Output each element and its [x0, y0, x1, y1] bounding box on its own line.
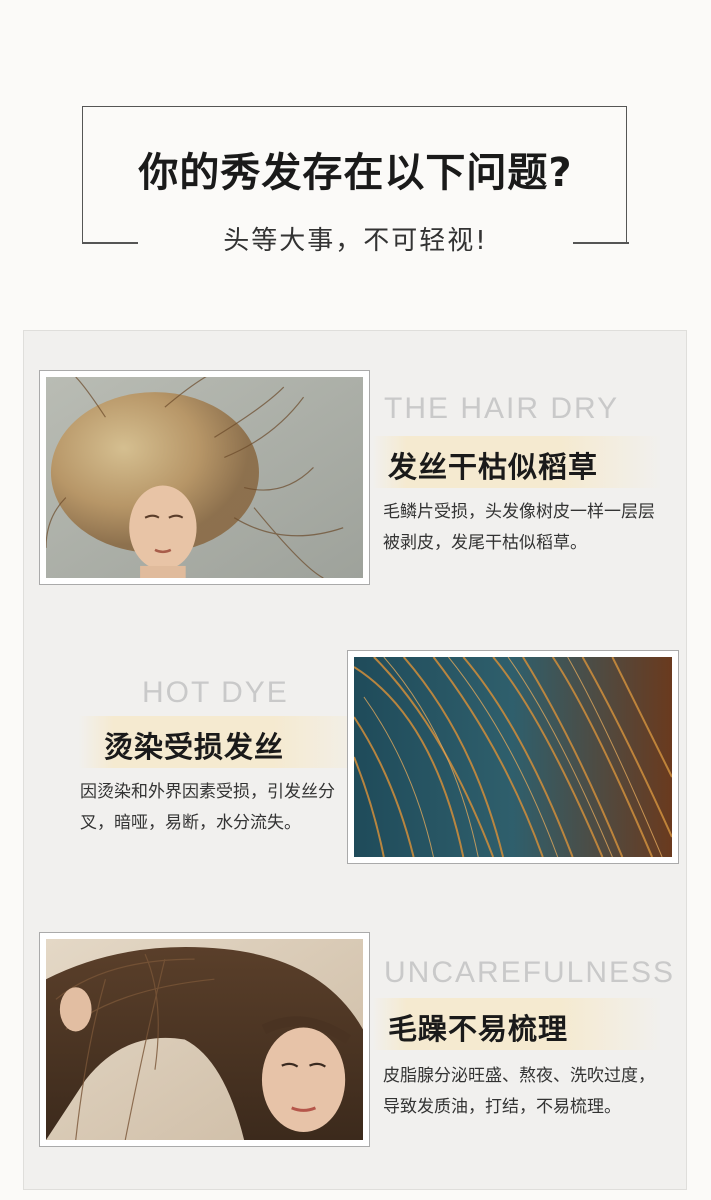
item-3-description: 皮脂腺分泌旺盛、熬夜、洗吹过度，导致发质油，打结，不易梳理。 [383, 1066, 655, 1117]
photo-dry-hair [39, 370, 370, 585]
item-3-title: 毛躁不易梳理 [388, 1012, 569, 1046]
subtitle-row: 头等大事，不可轻视! [82, 220, 629, 264]
item-1-english: THE HAIR DRY [384, 392, 620, 425]
item-2-description: 因烫染和外界因素受损，引发丝分叉，暗哑，易断，水分流失。 [80, 782, 335, 833]
item-2-title: 烫染受损发丝 [104, 730, 285, 764]
page-subtitle: 头等大事，不可轻视! [223, 226, 488, 256]
item-1-description: 毛鳞片受损，头发像树皮一样一层层被剥皮，发尾干枯似稻草。 [383, 502, 655, 553]
item-3-english: UNCAREFULNESS [384, 956, 676, 989]
item-1-title: 发丝干枯似稻草 [388, 450, 599, 484]
item-2-english: HOT DYE [142, 676, 289, 709]
photo-split-ends [347, 650, 679, 864]
subtitle-line-right [573, 242, 629, 244]
photo-tangled-hair [39, 932, 370, 1147]
page-title: 你的秀发存在以下问题? [138, 150, 573, 196]
